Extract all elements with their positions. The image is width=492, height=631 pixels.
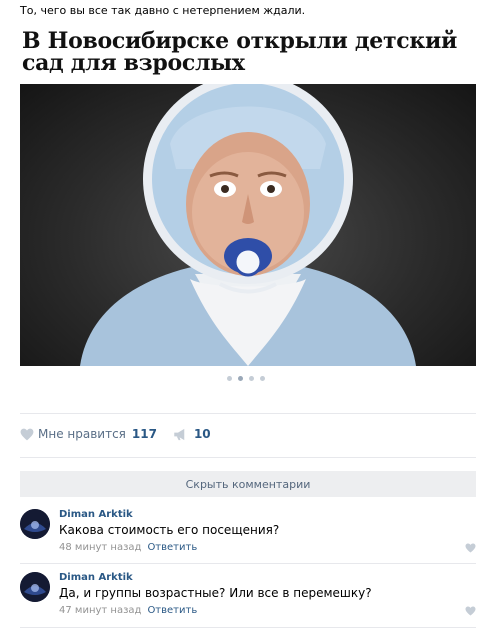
comment-author[interactable]: Diman Arktik	[59, 572, 133, 583]
comment-heart-icon[interactable]	[465, 543, 476, 553]
like-label: Мне нравится	[38, 427, 126, 441]
comment-text: Какова стоимость его посещения?	[59, 523, 280, 537]
reply-link[interactable]: Ответить	[147, 542, 197, 553]
like-count: 117	[131, 427, 157, 441]
avatar-image	[20, 509, 50, 539]
divider	[20, 563, 476, 564]
divider	[20, 413, 476, 414]
divider	[20, 457, 476, 458]
comment-author[interactable]: Diman Arktik	[59, 509, 133, 520]
comment-text: Да, и группы возрастные? Или все в перем…	[59, 586, 372, 600]
comment-time[interactable]: 48 минут назад	[59, 542, 141, 553]
post-text: То, чего вы все так давно с нетерпением …	[20, 4, 306, 17]
share-button[interactable]: 10	[173, 427, 211, 441]
avatar[interactable]	[20, 509, 50, 539]
share-count: 10	[193, 427, 211, 441]
heart-icon	[20, 428, 34, 440]
hide-comments-button[interactable]: Скрыть комментарии	[20, 471, 476, 497]
avatar-image	[20, 572, 50, 602]
carousel-indicator	[0, 376, 492, 381]
comment-meta: 48 минут назад Ответить	[59, 542, 197, 553]
carousel-dot-1[interactable]	[227, 376, 232, 381]
post-headline: В Новосибирске открыли детский сад для в…	[22, 28, 458, 76]
post-photo[interactable]	[20, 84, 476, 366]
carousel-dot-2[interactable]	[238, 376, 243, 381]
post-actions: Мне нравится 117 10	[20, 427, 211, 441]
carousel-dot-3[interactable]	[249, 376, 254, 381]
megaphone-icon	[174, 428, 185, 440]
comment-heart-icon[interactable]	[465, 606, 476, 616]
divider	[20, 627, 476, 628]
photo-illustration	[80, 84, 416, 366]
reply-link[interactable]: Ответить	[147, 605, 197, 616]
comment-item: Diman Arktik Да, и группы возрастные? Ил…	[20, 572, 476, 622]
avatar[interactable]	[20, 572, 50, 602]
comment-time[interactable]: 47 минут назад	[59, 605, 141, 616]
like-button[interactable]: Мне нравится 117	[20, 427, 157, 441]
comment-item: Diman Arktik Какова стоимость его посеще…	[20, 509, 476, 559]
carousel-dot-4[interactable]	[260, 376, 265, 381]
comment-meta: 47 минут назад Ответить	[59, 605, 197, 616]
